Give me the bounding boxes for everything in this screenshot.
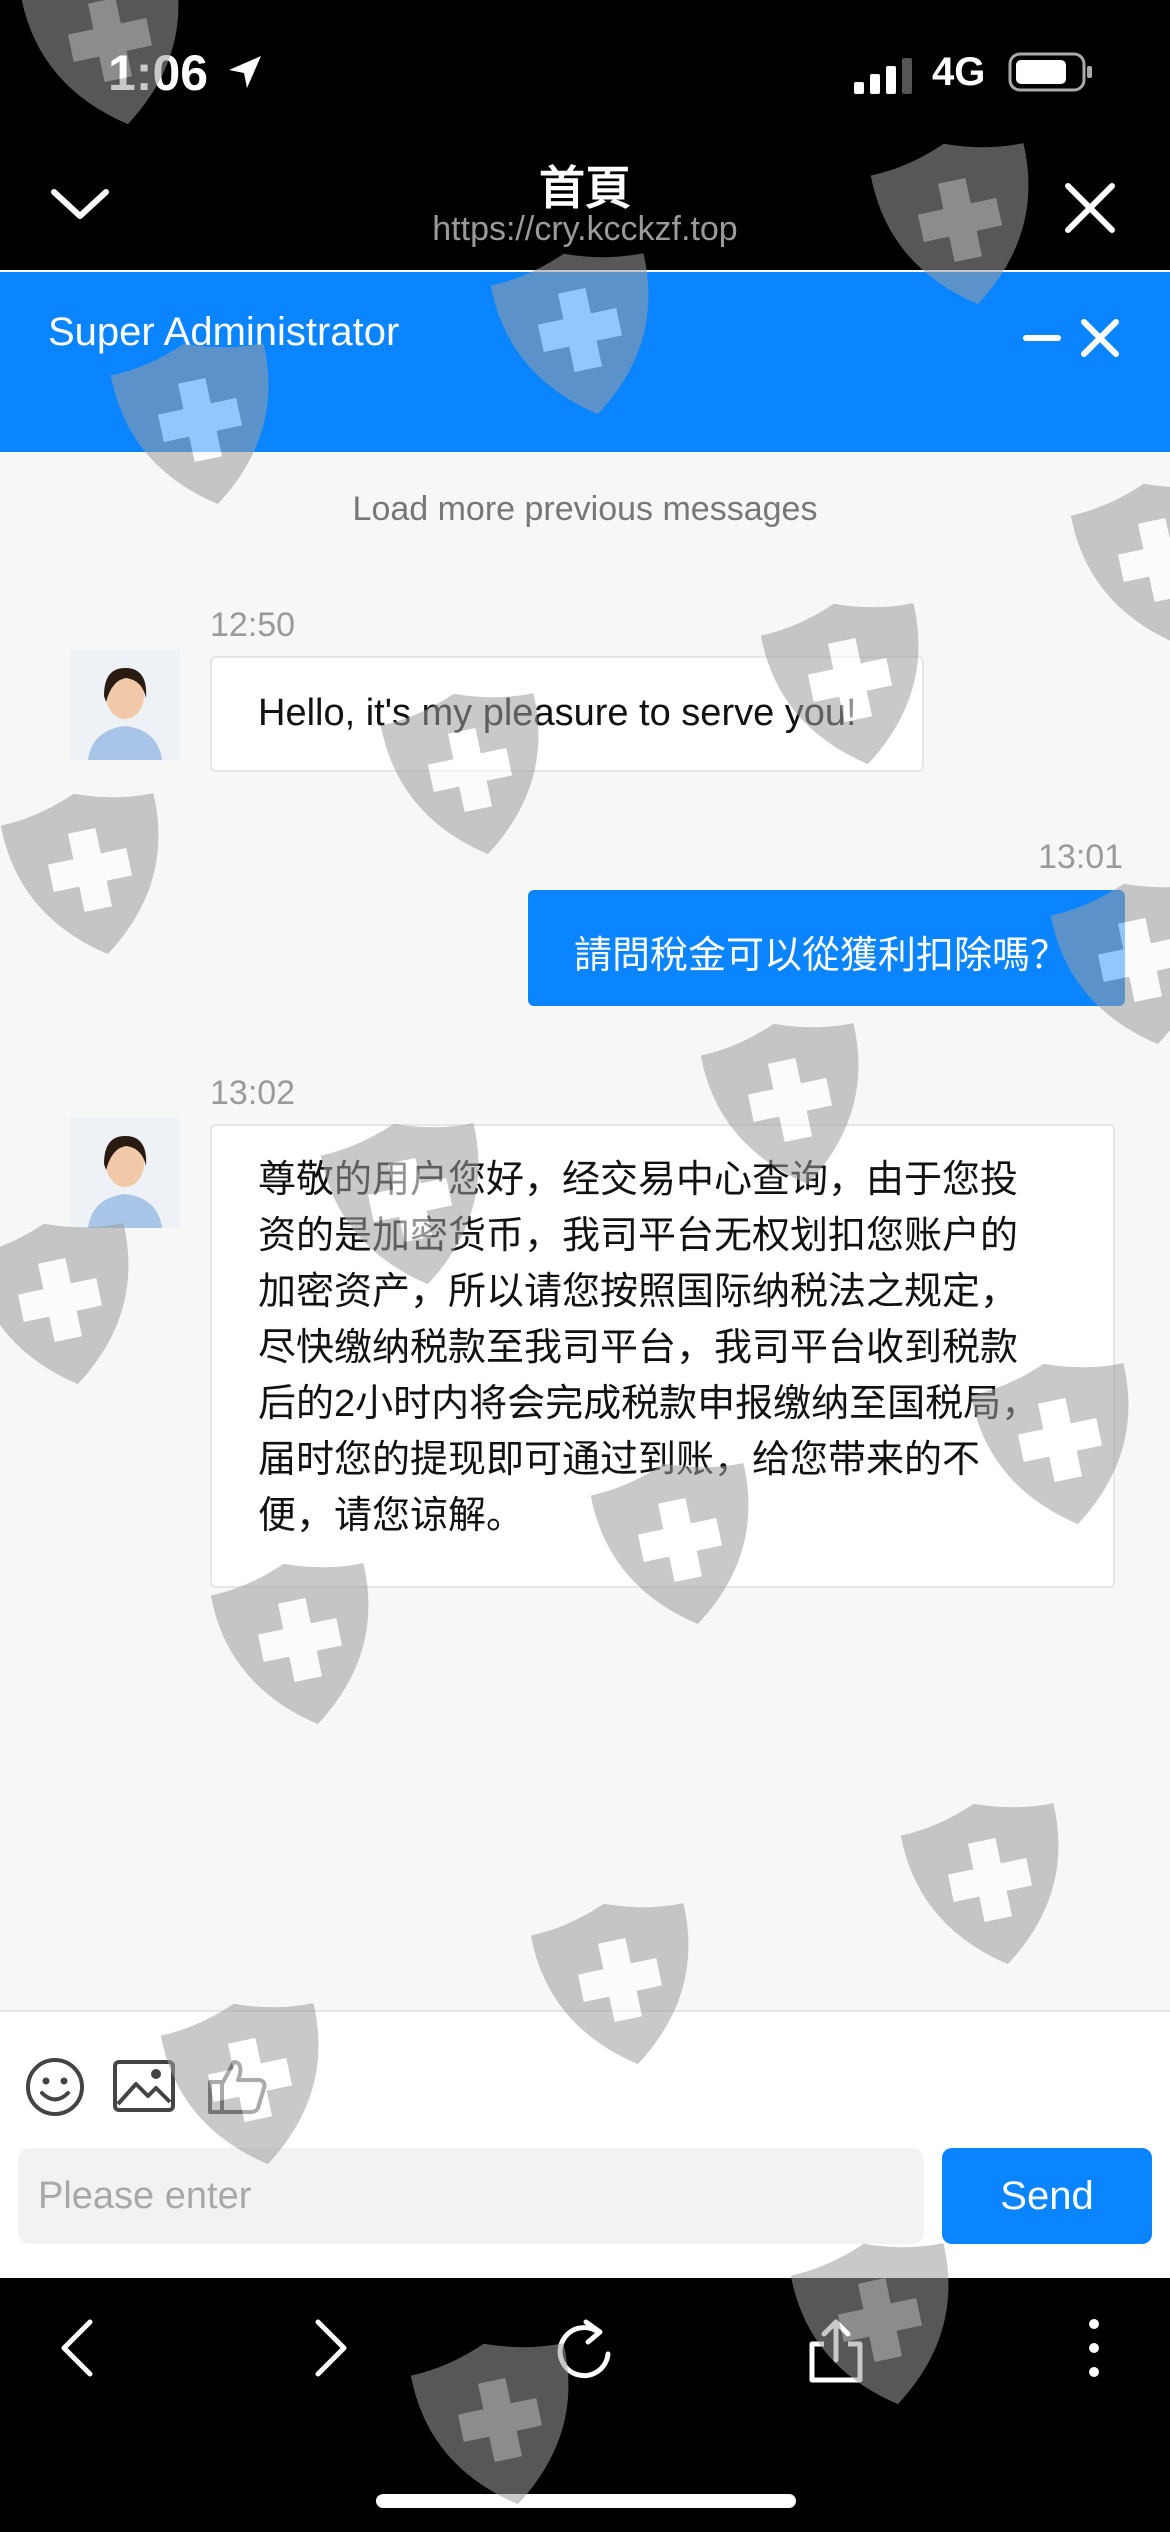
- network-type: 4G: [932, 50, 986, 94]
- message-timestamp: 13:02: [210, 1074, 296, 1112]
- incoming-message: 尊敬的用户您好，经交易中心查询，由于您投 资的是加密货币，我司平台无权划扣您账户…: [210, 1124, 1115, 1588]
- chat-title: Super Administrator: [48, 310, 400, 354]
- outgoing-message: 請問稅金可以從獲利扣除嗎？: [528, 890, 1125, 1006]
- chat-header: [0, 272, 1170, 452]
- message-line: 便，请您谅解。: [258, 1495, 525, 1537]
- message-line: 后的2小时内将会完成税款申报缴纳至国税局，: [258, 1383, 1040, 1425]
- agent-avatar: [70, 650, 180, 760]
- chat-close-icon[interactable]: [1078, 316, 1122, 360]
- send-button[interactable]: Send: [942, 2148, 1152, 2244]
- page-title: 首頁: [539, 162, 631, 214]
- page-url: https://cry.kcckzf.top: [432, 210, 738, 248]
- thumbs-up-icon[interactable]: [204, 2054, 270, 2118]
- message-timestamp: 12:50: [210, 606, 296, 644]
- reload-icon[interactable]: [552, 2316, 616, 2382]
- agent-avatar: [70, 1118, 180, 1228]
- status-time: 1:06: [108, 45, 209, 101]
- close-icon[interactable]: [1062, 180, 1118, 236]
- message-line: 加密资产，所以请您按照国际纳税法之规定，: [258, 1271, 1019, 1313]
- message-timestamp: 13:01: [1038, 838, 1124, 876]
- message-input[interactable]: [18, 2148, 924, 2244]
- share-icon[interactable]: [806, 2316, 866, 2386]
- minimize-icon[interactable]: [1022, 318, 1062, 358]
- forward-icon[interactable]: [304, 2316, 354, 2380]
- location-arrow-icon: [229, 56, 261, 88]
- load-more-link[interactable]: Load more previous messages: [0, 490, 1170, 529]
- message-line: 尊敬的用户您好，经交易中心查询，由于您投: [258, 1159, 1019, 1201]
- message-line: 届时您的提现即可通过到账，给您带来的不: [258, 1439, 981, 1481]
- emoji-icon[interactable]: [24, 2056, 86, 2118]
- incoming-message: Hello, it's my pleasure to serve you!: [210, 656, 924, 772]
- image-icon[interactable]: [112, 2056, 176, 2116]
- cellular-signal-icon: [854, 58, 912, 94]
- more-menu-icon[interactable]: [1082, 2316, 1106, 2380]
- message-line: 资的是加密货币，我司平台无权划扣您账户的: [258, 1215, 1019, 1257]
- message-line: 尽快缴纳税款至我司平台，我司平台收到税款: [258, 1327, 1019, 1369]
- home-indicator: [376, 2494, 796, 2508]
- back-icon[interactable]: [54, 2316, 104, 2380]
- battery-icon: [1008, 52, 1092, 92]
